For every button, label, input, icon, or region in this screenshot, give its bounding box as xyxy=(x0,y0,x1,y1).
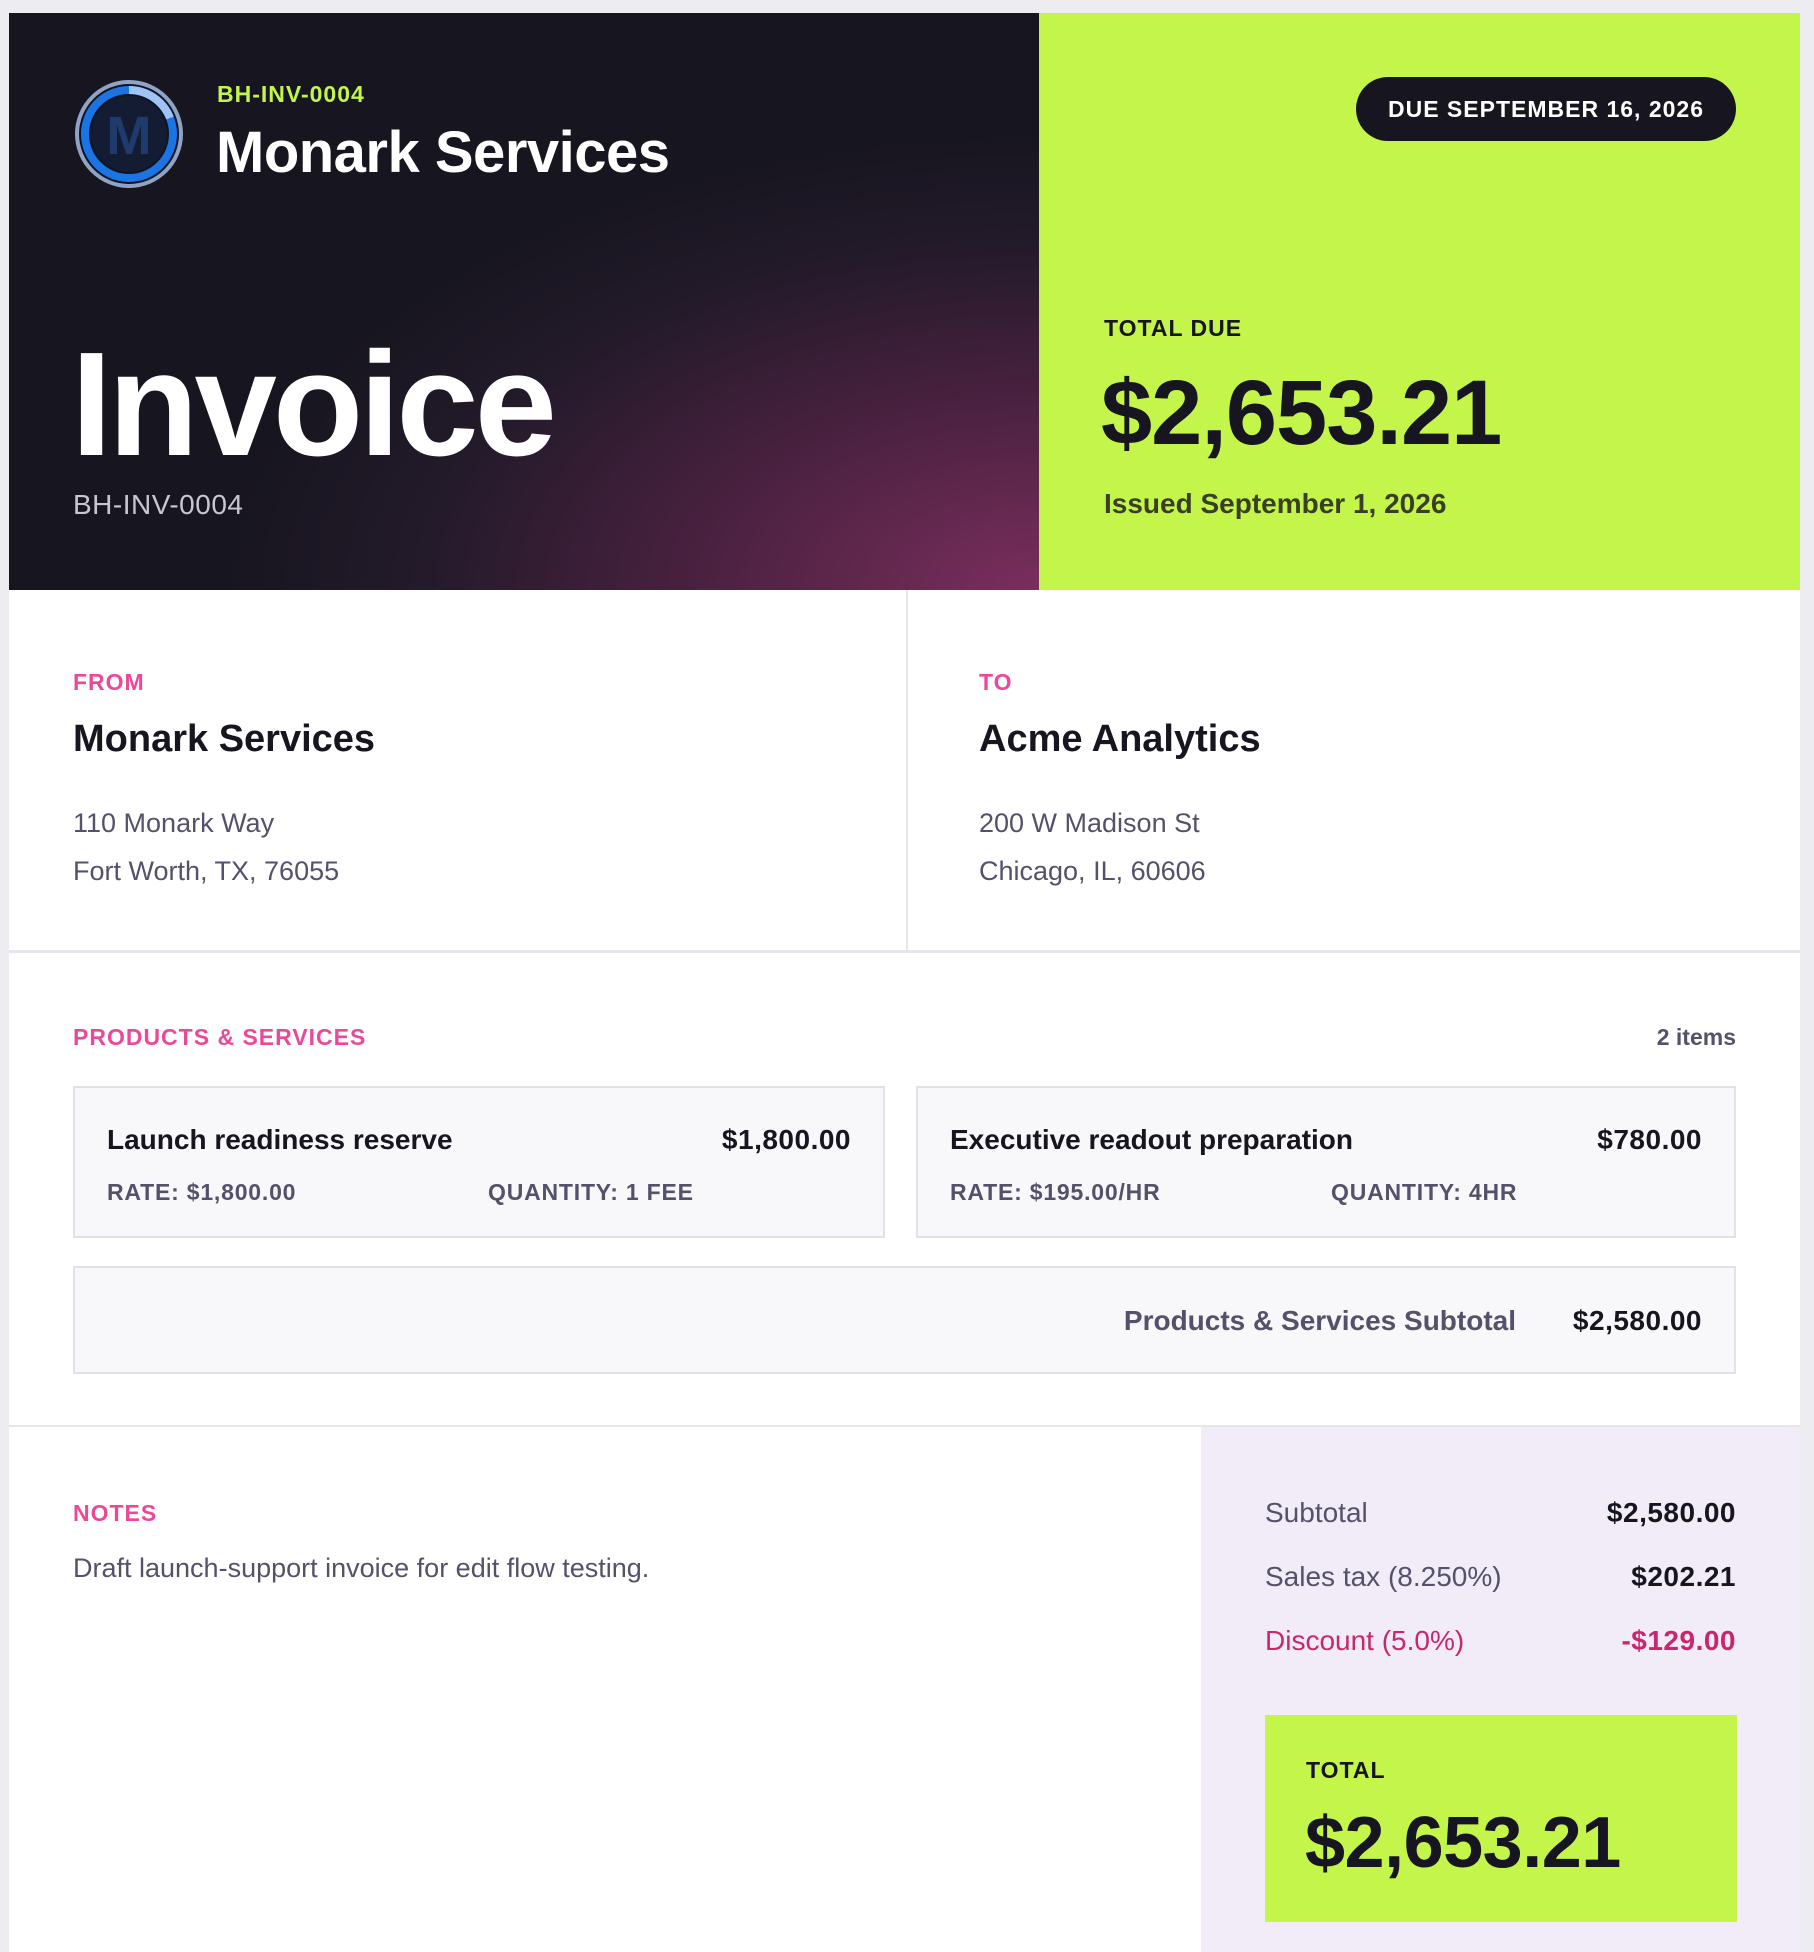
products-label: PRODUCTS & SERVICES xyxy=(73,1024,367,1050)
totals-summary: Subtotal $2,580.00 Sales tax (8.250%) $2… xyxy=(1201,1427,1800,1952)
notes-section: NOTES Draft launch-support invoice for e… xyxy=(9,1427,1201,1952)
total-due-amount: $2,653.21 xyxy=(1101,362,1502,464)
from-name: Monark Services xyxy=(73,718,376,760)
grand-total-box: TOTAL $2,653.21 xyxy=(1265,1715,1737,1922)
products-subtotal-label: Products & Services Subtotal xyxy=(1123,1305,1516,1336)
notes-text: Draft launch-support invoice for edit fl… xyxy=(73,1553,650,1583)
from-address-line1: 110 Monark Way xyxy=(73,808,275,838)
parties-section: FROM Monark Services 110 Monark Way Fort… xyxy=(9,590,1800,953)
summary-tax-value: $202.21 xyxy=(1631,1561,1736,1592)
total-due-label: TOTAL DUE xyxy=(1104,315,1243,341)
products-section: PRODUCTS & SERVICES 2 items Launch readi… xyxy=(9,953,1800,1427)
item-count: 2 items xyxy=(1656,1024,1736,1050)
line-item-quantity: QUANTITY: 1 FEE xyxy=(488,1179,694,1205)
grand-total-value: $2,653.21 xyxy=(1305,1803,1621,1883)
line-item-title: Launch readiness reserve xyxy=(107,1124,453,1155)
summary-discount-row: Discount (5.0%) -$129.00 xyxy=(1265,1625,1736,1665)
invoice-number: BH-INV-0004 xyxy=(73,489,244,520)
line-item-quantity: QUANTITY: 4HR xyxy=(1331,1179,1518,1205)
logo-letter: M xyxy=(107,106,152,166)
summary-discount-value: -$129.00 xyxy=(1621,1625,1736,1656)
summary-subtotal-label: Subtotal xyxy=(1265,1497,1368,1528)
from-address-line2: Fort Worth, TX, 76055 xyxy=(73,856,340,886)
line-item-amount: $780.00 xyxy=(1597,1124,1702,1155)
summary-discount-label: Discount (5.0%) xyxy=(1265,1625,1465,1656)
monark-logo-icon: M xyxy=(75,80,183,188)
header-brand-panel: M BH-INV-0004 Monark Services Invoice BH… xyxy=(9,13,1039,590)
summary-subtotal-value: $2,580.00 xyxy=(1606,1497,1736,1528)
page-title: Invoice xyxy=(71,322,557,487)
to-party: TO Acme Analytics 200 W Madison St Chica… xyxy=(908,590,1800,950)
line-item-amount: $1,800.00 xyxy=(721,1124,851,1155)
invoice-header: M BH-INV-0004 Monark Services Invoice BH… xyxy=(9,13,1800,590)
line-item-rate: RATE: $195.00/HR xyxy=(950,1179,1161,1205)
header-total-panel: DUE SEPTEMBER 16, 2026 TOTAL DUE $2,653.… xyxy=(1039,13,1800,590)
brand-invoice-code: BH-INV-0004 xyxy=(217,81,365,107)
summary-tax-label: Sales tax (8.250%) xyxy=(1265,1561,1502,1592)
summary-subtotal-row: Subtotal $2,580.00 xyxy=(1265,1497,1736,1537)
to-address-line2: Chicago, IL, 60606 xyxy=(979,856,1206,886)
line-item-card: Executive readout preparation $780.00 RA… xyxy=(916,1086,1736,1238)
to-label: TO xyxy=(979,669,1013,695)
line-item-title: Executive readout preparation xyxy=(950,1124,1354,1155)
from-party: FROM Monark Services 110 Monark Way Fort… xyxy=(9,590,908,950)
summary-tax-row: Sales tax (8.250%) $202.21 xyxy=(1265,1561,1736,1601)
due-date-badge: DUE SEPTEMBER 16, 2026 xyxy=(1355,77,1736,141)
to-address-line1: 200 W Madison St xyxy=(979,808,1200,838)
invoice-page: M BH-INV-0004 Monark Services Invoice BH… xyxy=(9,13,1800,1952)
grand-total-label: TOTAL xyxy=(1306,1757,1386,1783)
to-name: Acme Analytics xyxy=(979,718,1261,760)
issued-date: Issued September 1, 2026 xyxy=(1104,488,1447,519)
brand-name: Monark Services xyxy=(216,120,670,185)
notes-label: NOTES xyxy=(73,1500,158,1526)
line-item-card: Launch readiness reserve $1,800.00 RATE:… xyxy=(73,1086,885,1238)
line-item-rate: RATE: $1,800.00 xyxy=(107,1179,297,1205)
products-subtotal-value: $2,580.00 xyxy=(1572,1305,1702,1336)
products-subtotal-bar: Products & Services Subtotal $2,580.00 xyxy=(73,1266,1736,1374)
from-label: FROM xyxy=(73,669,145,695)
